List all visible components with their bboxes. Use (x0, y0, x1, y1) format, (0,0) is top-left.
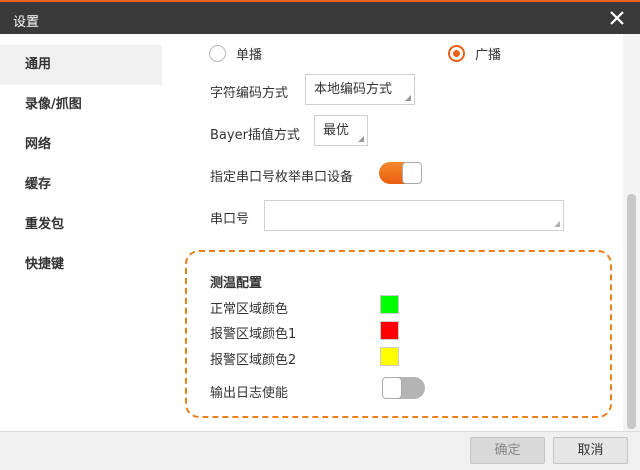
normal-color-swatch[interactable] (380, 295, 399, 314)
serial-enum-toggle[interactable] (379, 162, 422, 184)
toggle-knob (382, 377, 402, 399)
sidebar-item-resend[interactable]: 重发包 (0, 205, 162, 245)
sidebar-item-label: 通用 (25, 57, 52, 72)
bayer-value: 最优 (323, 123, 350, 138)
cancel-button[interactable]: 取消 (553, 437, 628, 464)
sidebar-item-cache[interactable]: 缓存 (0, 165, 162, 205)
serial-enum-label: 指定串口号枚举串口设备 (210, 170, 354, 185)
alarm2-color-label: 报警区域颜色2 (210, 353, 297, 368)
log-enable-label: 输出日志使能 (210, 386, 289, 401)
bayer-select[interactable]: 最优 (314, 115, 368, 146)
char-encoding-select[interactable]: 本地编码方式 (305, 74, 415, 105)
sidebar-item-label: 重发包 (25, 217, 65, 232)
sidebar-item-label: 录像/抓图 (25, 97, 82, 112)
alarm1-color-label: 报警区域颜色1 (210, 327, 297, 342)
log-enable-toggle[interactable] (382, 377, 425, 399)
radio-unicast-circle (209, 45, 226, 62)
radio-unicast-label: 单播 (236, 48, 263, 63)
alarm2-color-swatch[interactable] (380, 347, 399, 366)
sidebar-item-record-capture[interactable]: 录像/抓图 (0, 85, 162, 125)
title-bar: 设置 (0, 0, 640, 34)
close-icon[interactable] (607, 8, 627, 28)
scrollbar[interactable] (623, 34, 640, 431)
sidebar-item-network[interactable]: 网络 (0, 125, 162, 165)
temperature-heading: 测温配置 (210, 276, 263, 291)
sidebar-item-label: 快捷键 (25, 257, 65, 272)
sidebar-item-shortcuts[interactable]: 快捷键 (0, 245, 162, 285)
normal-color-label: 正常区域颜色 (210, 302, 289, 317)
ok-button[interactable]: 确定 (470, 437, 545, 464)
sidebar-item-general[interactable]: 通用 (0, 45, 162, 85)
radio-unicast[interactable]: 单播 (209, 44, 262, 63)
sidebar-item-label: 缓存 (25, 177, 52, 192)
bayer-label: Bayer插值方式 (210, 128, 300, 143)
char-encoding-value: 本地编码方式 (314, 82, 393, 97)
sidebar: 通用 录像/抓图 网络 缓存 重发包 快捷键 (0, 34, 162, 431)
radio-broadcast-label: 广播 (475, 48, 502, 63)
toggle-knob (402, 162, 422, 184)
char-encoding-label: 字符编码方式 (210, 86, 289, 101)
radio-broadcast[interactable]: 广播 (448, 44, 501, 63)
dialog-footer: 确定 取消 (0, 431, 640, 470)
serial-port-input[interactable] (264, 200, 564, 231)
window-title: 设置 (13, 15, 40, 30)
sidebar-item-label: 网络 (25, 137, 52, 152)
scrollbar-thumb[interactable] (627, 194, 636, 429)
radio-broadcast-circle (448, 45, 465, 62)
serial-port-label: 串口号 (210, 212, 250, 227)
alarm1-color-swatch[interactable] (380, 321, 399, 340)
